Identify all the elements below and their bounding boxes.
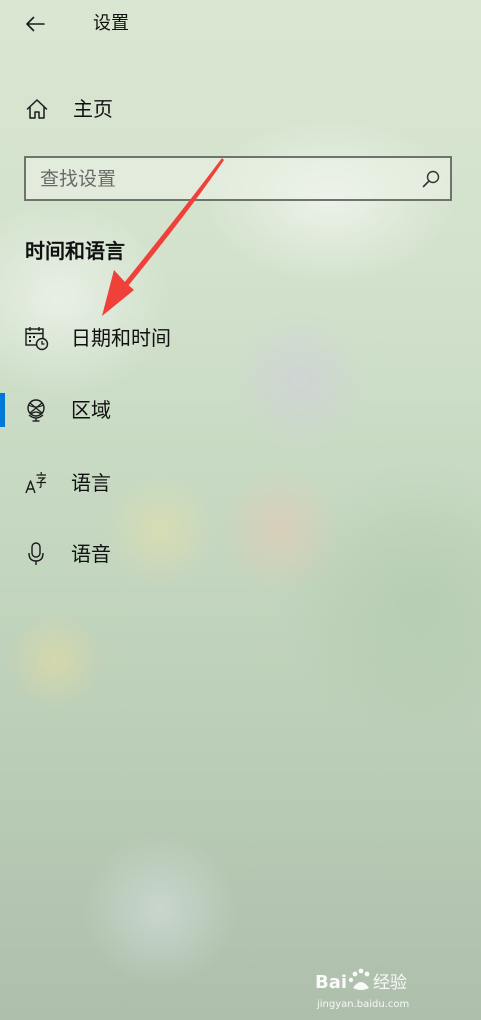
search-icon[interactable] bbox=[421, 169, 441, 189]
home-icon bbox=[26, 99, 48, 119]
nav-item-date-time[interactable]: 日期和时间 bbox=[0, 316, 481, 360]
calendar-clock-icon bbox=[25, 327, 49, 351]
globe-icon bbox=[27, 399, 45, 422]
nav-label-date-time: 日期和时间 bbox=[71, 326, 171, 350]
microphone-icon bbox=[28, 542, 44, 565]
language-icon bbox=[25, 472, 47, 494]
nav-item-region[interactable]: 区域 bbox=[0, 388, 481, 432]
annotation-arrow bbox=[102, 158, 224, 316]
app-title: 设置 bbox=[93, 13, 129, 34]
search-input[interactable] bbox=[40, 158, 410, 199]
back-button[interactable] bbox=[18, 9, 54, 39]
nav-item-language[interactable]: 语言 bbox=[0, 461, 481, 505]
svg-text:Bai: Bai bbox=[315, 972, 347, 993]
search-box[interactable] bbox=[24, 156, 452, 201]
active-indicator bbox=[0, 393, 5, 427]
svg-text:经验: 经验 bbox=[373, 973, 407, 993]
back-arrow-icon bbox=[26, 16, 45, 32]
nav-label-speech: 语音 bbox=[71, 542, 111, 566]
title-bar: 设置 bbox=[0, 0, 481, 48]
nav-label-region: 区域 bbox=[71, 398, 111, 422]
home-label: 主页 bbox=[73, 97, 113, 121]
section-title: 时间和语言 bbox=[25, 239, 125, 263]
baidu-jingyan-watermark: Bai 经验 jingyan.baidu.com bbox=[315, 964, 455, 1014]
nav-item-speech[interactable]: 语音 bbox=[0, 532, 481, 576]
home-nav-item[interactable]: 主页 bbox=[0, 88, 481, 132]
nav-label-language: 语言 bbox=[71, 471, 111, 495]
baidu-jingyan-logo: Bai 经验 bbox=[315, 968, 407, 993]
watermark-url: jingyan.baidu.com bbox=[317, 999, 410, 1010]
